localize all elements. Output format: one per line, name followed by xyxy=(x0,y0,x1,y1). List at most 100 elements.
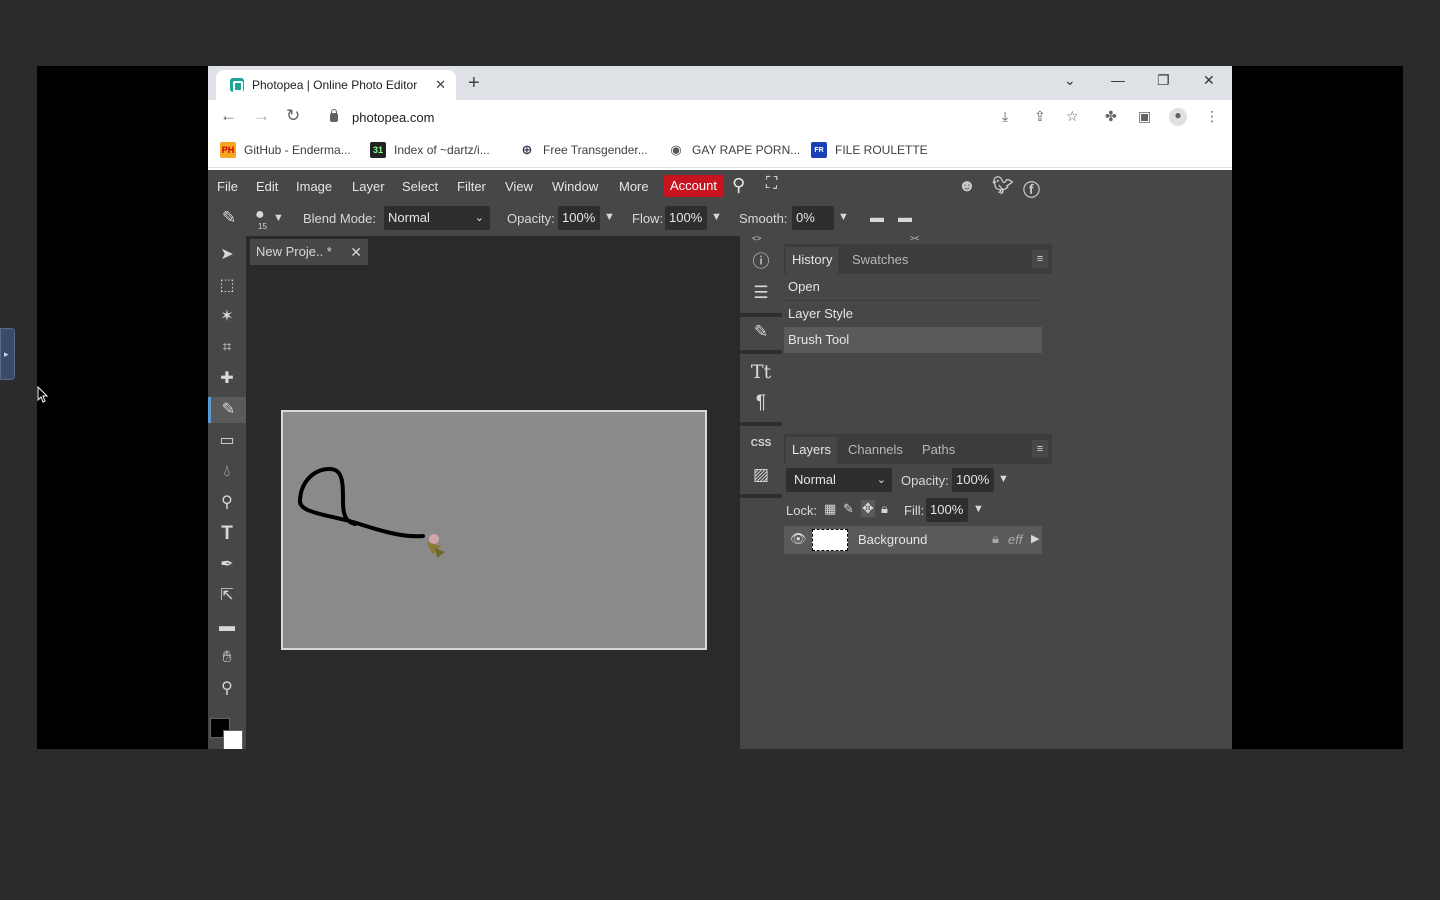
magic-wand-tool-icon[interactable]: ✶ xyxy=(214,304,240,330)
brush-settings-icon[interactable]: ✎ xyxy=(749,320,773,344)
panel-menu-icon[interactable]: ≡ xyxy=(1032,440,1048,458)
share-icon[interactable]: ⇪ xyxy=(1034,108,1046,125)
fullscreen-icon[interactable]: ⛶ xyxy=(766,175,777,193)
expand-effects-icon[interactable]: ▶ xyxy=(1031,532,1039,545)
css-icon[interactable]: CSS xyxy=(749,432,773,456)
tab-swatches[interactable]: Swatches xyxy=(852,252,908,267)
type-tool-icon[interactable]: T xyxy=(214,521,240,547)
forward-icon[interactable]: → xyxy=(253,106,270,126)
smooth-dropdown-icon[interactable]: ▼ xyxy=(838,211,849,223)
menu-layer[interactable]: Layer xyxy=(352,179,385,194)
side-panel-handle[interactable]: ▸ xyxy=(0,328,15,380)
layer-opacity-dropdown-icon[interactable]: ▼ xyxy=(998,473,1009,485)
reddit-icon[interactable]: ☻ xyxy=(958,176,976,196)
image-icon[interactable]: ▨ xyxy=(749,463,773,487)
lock-transparency-icon[interactable]: ▦ xyxy=(824,501,836,517)
brush-tool-icon[interactable]: ✎ xyxy=(208,397,246,423)
menu-more[interactable]: More xyxy=(619,179,649,194)
twitter-icon[interactable]: 🐦︎ xyxy=(992,176,1014,196)
menu-filter[interactable]: Filter xyxy=(457,179,486,194)
menu-edit[interactable]: Edit xyxy=(256,179,278,194)
path-select-tool-icon[interactable]: ⇱ xyxy=(214,583,240,609)
new-tab-icon[interactable]: + xyxy=(468,72,480,95)
menu-view[interactable]: View xyxy=(505,179,533,194)
tab-paths[interactable]: Paths xyxy=(922,442,955,457)
history-item[interactable]: Open xyxy=(784,274,1042,300)
bookmark-star-icon[interactable]: ☆ xyxy=(1066,108,1079,125)
gradient-tool-icon[interactable]: ▭ xyxy=(214,428,240,454)
bookmark-item[interactable]: ⊕ Free Transgender... xyxy=(519,142,648,158)
opacity-field[interactable]: 100% xyxy=(558,206,600,230)
menu-file[interactable]: File xyxy=(217,179,238,194)
paragraph-icon[interactable]: ¶ xyxy=(749,391,773,415)
brush-tool-preset-icon[interactable]: ✎ xyxy=(222,208,236,228)
bookmark-item[interactable]: PH GitHub - Enderma... xyxy=(220,142,351,158)
tab-history[interactable]: History xyxy=(786,247,839,274)
marquee-tool-icon[interactable]: ⬚ xyxy=(214,273,240,299)
lock-position-icon[interactable]: ✥ xyxy=(861,500,875,517)
pen-tool-icon[interactable]: ✒ xyxy=(214,552,240,578)
history-item-selected[interactable]: Brush Tool xyxy=(784,327,1042,353)
back-icon[interactable]: ← xyxy=(220,106,237,126)
dodge-tool-icon[interactable]: ⚲ xyxy=(214,490,240,516)
menu-window[interactable]: Window xyxy=(552,179,598,194)
browser-menu-icon[interactable]: ⋮ xyxy=(1205,108,1219,125)
close-window-icon[interactable]: ✕ xyxy=(1203,72,1215,89)
flow-field[interactable]: 100% xyxy=(665,206,707,230)
extensions-icon[interactable]: ✤ xyxy=(1105,108,1117,125)
layer-opacity-field[interactable]: 100% xyxy=(952,468,994,492)
address-bar[interactable]: photopea.com xyxy=(314,103,1094,131)
bookmark-item[interactable]: 31 Index of ~dartz/i... xyxy=(370,142,490,158)
lock-pixels-icon[interactable]: ✎ xyxy=(843,501,854,517)
hand-tool-icon[interactable]: ✋︎ xyxy=(214,645,240,671)
minimize-icon[interactable]: — xyxy=(1111,72,1125,88)
browser-tab-photopea[interactable]: Photopea | Online Photo Editor ✕ xyxy=(216,70,456,100)
pressure-opacity-icon[interactable]: ▬ xyxy=(870,209,884,225)
document-tab[interactable]: New Proje.. * ✕ xyxy=(250,239,368,265)
crop-tool-icon[interactable]: ⌗ xyxy=(214,335,240,361)
menu-select[interactable]: Select xyxy=(402,179,438,194)
bookmark-item[interactable]: ◉ GAY RAPE PORN... xyxy=(668,142,800,158)
close-tab-icon[interactable]: ✕ xyxy=(435,77,446,93)
bookmark-item[interactable]: FR FILE ROULETTE xyxy=(811,142,928,158)
facebook-icon[interactable]: ⓕ xyxy=(1023,176,1040,201)
history-item[interactable]: Layer Style xyxy=(784,300,1042,326)
account-button[interactable]: Account xyxy=(664,175,723,197)
profile-avatar-icon[interactable]: ● xyxy=(1169,108,1187,126)
reload-icon[interactable]: ↻ xyxy=(286,106,300,126)
move-tool-icon[interactable]: ➤ xyxy=(214,242,240,268)
search-icon[interactable]: ⚲ xyxy=(732,175,745,196)
pressure-size-icon[interactable]: ▬ xyxy=(898,209,912,225)
layer-blend-mode-select[interactable]: Normal ⌄ xyxy=(786,468,892,492)
tab-search-chevron-icon[interactable]: ⌄ xyxy=(1064,72,1076,89)
visibility-eye-icon[interactable]: 👁︎ xyxy=(790,531,807,547)
side-panel-icon[interactable]: ▣ xyxy=(1138,108,1151,125)
flow-dropdown-icon[interactable]: ▼ xyxy=(711,211,722,223)
shape-tool-icon[interactable]: ▬ xyxy=(214,614,240,640)
expand-arrows-icon[interactable]: >< xyxy=(910,234,919,243)
tab-channels[interactable]: Channels xyxy=(848,442,903,457)
layer-effects-label[interactable]: eff xyxy=(1008,532,1022,547)
menu-image[interactable]: Image xyxy=(296,179,332,194)
opacity-dropdown-icon[interactable]: ▼ xyxy=(604,211,615,223)
layer-row[interactable]: 👁︎ Background 🔒︎ eff ▶ xyxy=(784,526,1042,554)
collapse-arrows-icon[interactable]: <> xyxy=(752,234,761,243)
healing-tool-icon[interactable]: ✚ xyxy=(214,366,240,392)
character-icon[interactable]: Tt xyxy=(749,360,773,384)
install-app-icon[interactable]: ⤓ xyxy=(1002,108,1008,125)
restore-icon[interactable]: ❐ xyxy=(1157,72,1170,89)
fill-dropdown-icon[interactable]: ▼ xyxy=(973,503,984,515)
blend-mode-select[interactable]: Normal ⌄ xyxy=(384,206,490,230)
smooth-field[interactable]: 0% xyxy=(792,206,834,230)
brush-dropdown-icon[interactable]: ▼ xyxy=(273,212,284,224)
blur-tool-icon[interactable]: 💧︎ xyxy=(214,459,240,485)
fill-field[interactable]: 100% xyxy=(926,498,968,522)
tab-layers[interactable]: Layers xyxy=(786,437,838,464)
info-icon[interactable]: ⓘ xyxy=(749,250,773,274)
background-color-swatch[interactable] xyxy=(223,730,243,749)
close-document-icon[interactable]: ✕ xyxy=(350,239,362,265)
document-canvas[interactable] xyxy=(281,410,707,650)
lock-all-icon[interactable]: 🔒︎ xyxy=(881,501,888,517)
zoom-tool-icon[interactable]: ⚲ xyxy=(214,676,240,702)
adjustments-icon[interactable]: ☰ xyxy=(749,281,773,305)
